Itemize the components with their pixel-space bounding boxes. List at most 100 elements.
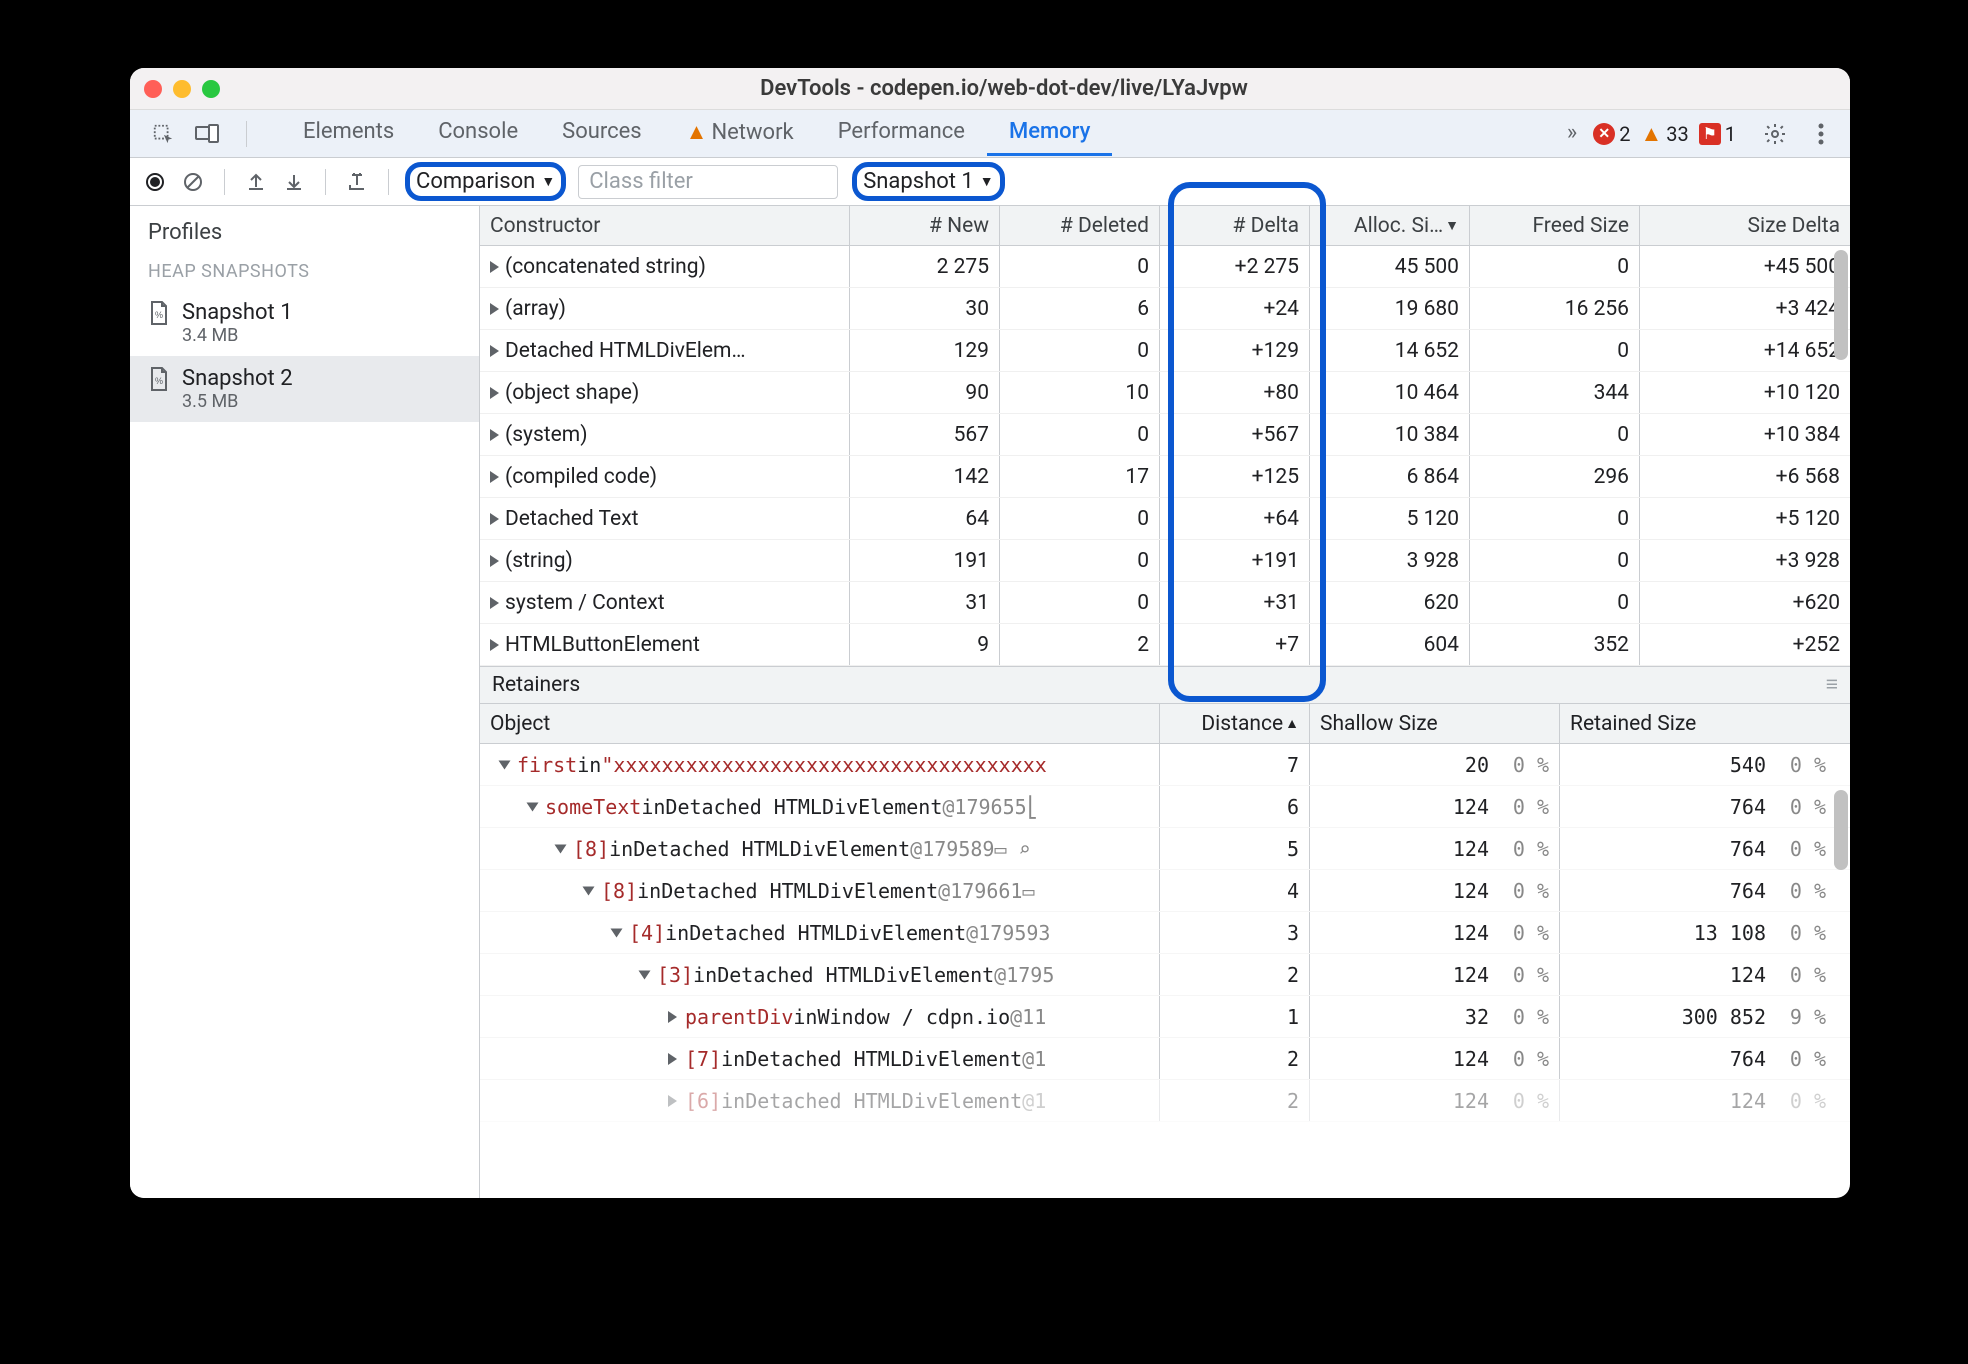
retainers-header: Object Distance▲ Shallow Size Retained S…	[480, 704, 1850, 744]
header-deleted[interactable]: # Deleted	[1000, 206, 1160, 245]
expand-icon[interactable]	[527, 802, 539, 811]
more-icon[interactable]	[1806, 119, 1836, 149]
cell-delta: +31	[1160, 582, 1310, 623]
memory-toolbar: Comparison ▼ Class filter Snapshot 1 ▼	[130, 158, 1850, 206]
retainer-id: @11	[1010, 1005, 1046, 1029]
error-count[interactable]: ✕ 2	[1593, 122, 1630, 146]
table-row[interactable]: Detached HTMLDivElem…1290+12914 6520+14 …	[480, 330, 1850, 372]
expand-icon[interactable]	[583, 886, 595, 895]
cell-deleted: 2	[1000, 624, 1160, 665]
cell-delta: +567	[1160, 414, 1310, 455]
expand-icon[interactable]	[668, 1095, 677, 1107]
header-new[interactable]: # New	[850, 206, 1000, 245]
snapshot-item[interactable]: % Snapshot 13.4 MB	[130, 290, 479, 356]
devtools-window: DevTools - codepen.io/web-dot-dev/live/L…	[130, 68, 1850, 1198]
scrollbar-thumb[interactable]	[1834, 790, 1848, 870]
expand-icon[interactable]	[490, 429, 499, 441]
tab-memory[interactable]: Memory	[987, 111, 1112, 156]
table-row[interactable]: (compiled code)14217+1256 864296+6 568	[480, 456, 1850, 498]
tabs-overflow[interactable]: »	[1557, 112, 1587, 156]
retainers-body[interactable]: first in "xxxxxxxxxxxxxxxxxxxxxxxxxxxxxx…	[480, 744, 1850, 1198]
clear-icon[interactable]	[178, 167, 208, 197]
expand-icon[interactable]	[490, 513, 499, 525]
retainer-row[interactable]: [8] in Detached HTMLDivElement @179589 ▭…	[480, 828, 1850, 870]
expand-icon[interactable]	[499, 760, 511, 769]
retainer-row[interactable]: first in "xxxxxxxxxxxxxxxxxxxxxxxxxxxxxx…	[480, 744, 1850, 786]
header-distance[interactable]: Distance▲	[1160, 704, 1310, 743]
retainer-row[interactable]: [6] in Detached HTMLDivElement @121240 %…	[480, 1080, 1850, 1122]
retainer-row[interactable]: someText in Detached HTMLDivElement @179…	[480, 786, 1850, 828]
expand-icon[interactable]	[490, 639, 499, 651]
zoom-icon[interactable]	[202, 80, 220, 98]
cell-freed: 0	[1470, 246, 1640, 287]
expand-icon[interactable]	[490, 387, 499, 399]
issue-count[interactable]: ⚑ 1	[1699, 122, 1736, 146]
expand-icon[interactable]	[490, 303, 499, 315]
cell-alloc: 14 652	[1310, 330, 1470, 371]
retainer-row[interactable]: [7] in Detached HTMLDivElement @121240 %…	[480, 1038, 1850, 1080]
header-freed[interactable]: Freed Size	[1470, 206, 1640, 245]
header-delta[interactable]: # Delta	[1160, 206, 1310, 245]
snapshot-item[interactable]: %Snapshot 23.5 MB	[130, 356, 479, 422]
header-object[interactable]: Object	[480, 704, 1160, 743]
snapshot-size: 3.4 MB	[182, 325, 293, 346]
expand-icon[interactable]	[639, 970, 651, 979]
header-retained[interactable]: Retained Size	[1560, 704, 1850, 743]
hamburger-icon[interactable]: ≡	[1826, 673, 1838, 697]
chevron-down-icon: ▼	[980, 173, 994, 190]
header-size-delta[interactable]: Size Delta	[1640, 206, 1850, 245]
settings-icon[interactable]	[1760, 119, 1790, 149]
heap-snapshot-icon: %	[148, 300, 170, 326]
tab-sources[interactable]: Sources	[540, 111, 664, 156]
retainer-row[interactable]: [4] in Detached HTMLDivElement @17959331…	[480, 912, 1850, 954]
constructor-name: (compiled code)	[505, 465, 657, 489]
table-row[interactable]: (system)5670+56710 3840+10 384	[480, 414, 1850, 456]
comparison-grid-body[interactable]: (concatenated string)2 2750+2 27545 5000…	[480, 246, 1850, 666]
tab-network[interactable]: ▲Network	[664, 111, 816, 156]
upload-icon[interactable]	[241, 167, 271, 197]
close-icon[interactable]	[144, 80, 162, 98]
expand-icon[interactable]	[668, 1053, 677, 1065]
tab-console[interactable]: Console	[416, 111, 540, 156]
table-row[interactable]: (array)306+2419 68016 256+3 424	[480, 288, 1850, 330]
header-alloc[interactable]: Alloc. Si…▼	[1310, 206, 1470, 245]
table-row[interactable]: system / Context310+316200+620	[480, 582, 1850, 624]
expand-icon[interactable]	[668, 1011, 677, 1023]
expand-icon[interactable]	[555, 844, 567, 853]
retainer-row[interactable]: [8] in Detached HTMLDivElement @179661 ▭…	[480, 870, 1850, 912]
snapshot-name: Snapshot 2	[182, 366, 293, 391]
expand-icon[interactable]	[490, 597, 499, 609]
view-mode-dropdown[interactable]: Comparison ▼	[405, 162, 566, 201]
table-row[interactable]: Detached Text640+645 1200+5 120	[480, 498, 1850, 540]
class-filter-input[interactable]: Class filter	[578, 165, 838, 199]
table-row[interactable]: (concatenated string)2 2750+2 27545 5000…	[480, 246, 1850, 288]
cell-new: 191	[850, 540, 1000, 581]
expand-icon[interactable]	[490, 471, 499, 483]
gc-icon[interactable]	[342, 167, 372, 197]
tab-performance[interactable]: Performance	[816, 111, 987, 156]
snapshot-name: Snapshot 1	[182, 300, 293, 325]
minimize-icon[interactable]	[173, 80, 191, 98]
header-shallow[interactable]: Shallow Size	[1310, 704, 1560, 743]
download-icon[interactable]	[279, 167, 309, 197]
record-icon[interactable]	[140, 167, 170, 197]
retainer-row[interactable]: [3] in Detached HTMLDivElement @17952124…	[480, 954, 1850, 996]
baseline-dropdown[interactable]: Snapshot 1 ▼	[852, 162, 1004, 201]
device-toolbar-icon[interactable]	[192, 119, 222, 149]
inspect-element-icon[interactable]	[148, 119, 178, 149]
warning-count[interactable]: ▲ 33	[1640, 121, 1688, 147]
expand-icon[interactable]	[490, 555, 499, 567]
header-constructor[interactable]: Constructor	[480, 206, 850, 245]
cell-retained-pct: 0 %	[1782, 1089, 1826, 1113]
retainer-key: [3]	[657, 963, 693, 987]
retainer-row[interactable]: parentDiv in Window / cdpn.io @111320 %3…	[480, 996, 1850, 1038]
table-row[interactable]: (string)1910+1913 9280+3 928	[480, 540, 1850, 582]
expand-icon[interactable]	[490, 345, 499, 357]
table-row[interactable]: (object shape)9010+8010 464344+10 120	[480, 372, 1850, 414]
tab-elements[interactable]: Elements	[281, 111, 416, 156]
expand-icon[interactable]	[611, 928, 623, 937]
scrollbar-thumb[interactable]	[1834, 250, 1848, 360]
table-row[interactable]: HTMLButtonElement92+7604352+252	[480, 624, 1850, 666]
cell-new: 64	[850, 498, 1000, 539]
expand-icon[interactable]	[490, 261, 499, 273]
